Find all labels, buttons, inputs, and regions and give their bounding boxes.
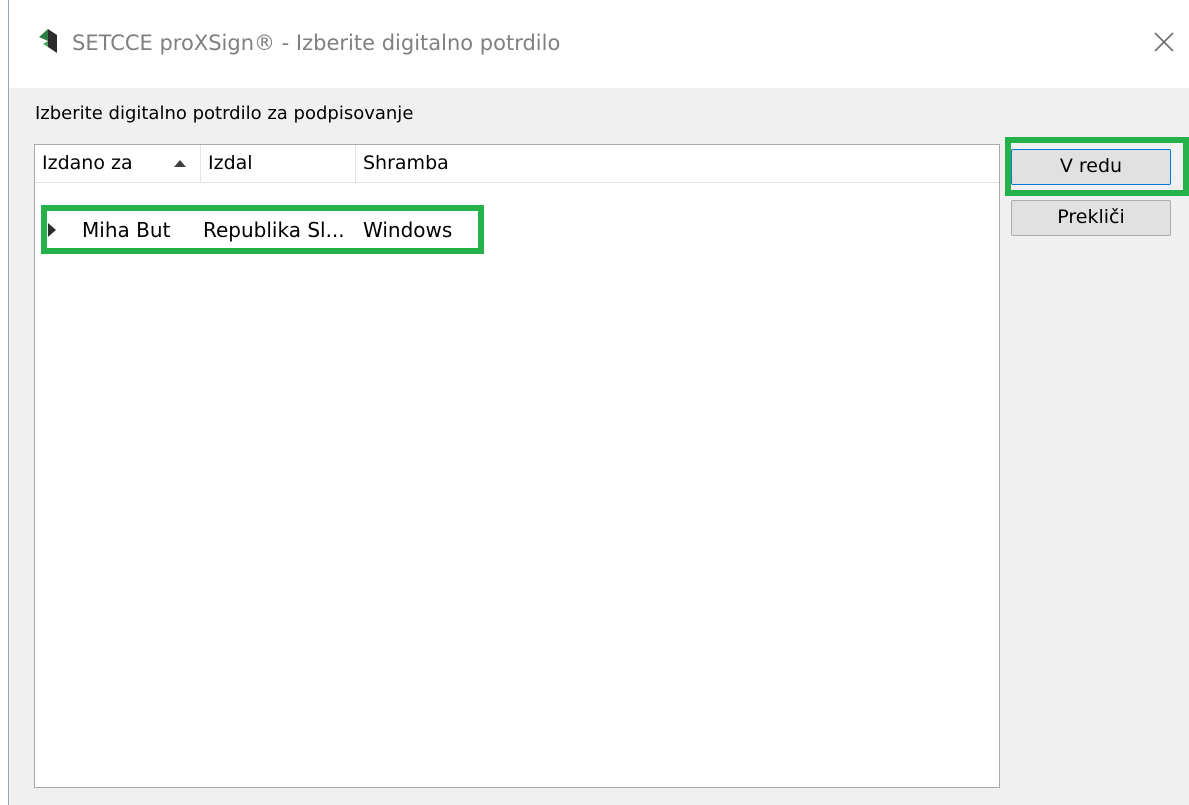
expand-arrow-icon[interactable] [48,223,56,237]
dialog-window: SETCCE proXSign® - Izberite digitalno po… [8,0,1189,805]
cancel-button[interactable]: Prekliči [1011,200,1171,236]
column-header-label: Shramba [363,152,449,174]
column-header-label: Izdano za [42,152,133,174]
cell-issuer: Republika Sl... [203,218,345,242]
ok-button[interactable]: V redu [1011,149,1171,185]
cell-issued-to: Miha But [82,218,171,242]
column-header-label: Izdal [208,152,253,174]
setcce-logo-icon [39,29,57,53]
title-bar: SETCCE proXSign® - Izberite digitalno po… [9,0,1189,88]
column-header-issued-to[interactable]: Izdano za [35,145,201,182]
sort-ascending-icon [174,160,186,167]
column-header-issuer[interactable]: Izdal [201,145,356,182]
certificate-list[interactable]: Izdano za Izdal Shramba Miha But Republi… [34,144,1000,788]
column-header-store[interactable]: Shramba [356,145,476,182]
window-title: SETCCE proXSign® - Izberite digitalno po… [72,31,561,55]
cell-store: Windows [363,218,453,242]
list-item[interactable]: Miha But Republika Sl... Windows [35,213,475,247]
close-icon[interactable] [1150,28,1178,56]
prompt-label: Izberite digitalno potrdilo za podpisova… [35,103,414,124]
list-header: Izdano za Izdal Shramba [35,145,999,183]
